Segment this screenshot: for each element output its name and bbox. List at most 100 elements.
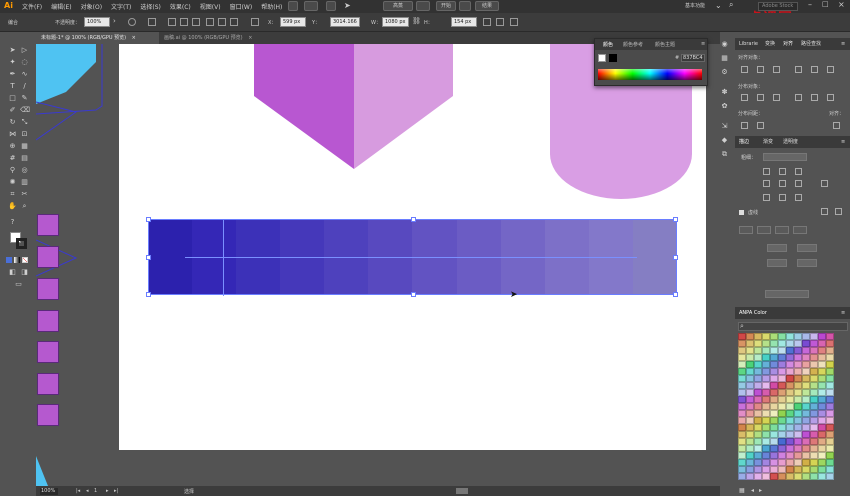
gradient-block[interactable]	[412, 219, 457, 295]
color-swatch[interactable]	[770, 438, 778, 445]
color-swatch[interactable]	[778, 403, 786, 410]
dash-corner-icon[interactable]	[835, 208, 842, 215]
color-swatch[interactable]	[738, 424, 746, 431]
color-swatch[interactable]	[810, 396, 818, 403]
graph-tool-icon[interactable]: ▥	[20, 178, 29, 187]
gradient-blocks[interactable]	[148, 219, 677, 295]
align-to-selection-icon[interactable]	[833, 122, 840, 129]
transform-icon[interactable]	[483, 18, 491, 26]
color-swatch[interactable]	[738, 445, 746, 452]
mesh-icon[interactable]: #	[8, 154, 17, 163]
color-swatch[interactable]	[810, 452, 818, 459]
gradient-block[interactable]	[456, 219, 501, 295]
workspace-switcher[interactable]: 基本功能	[685, 2, 705, 9]
color-swatch[interactable]	[818, 466, 826, 473]
color-swatch[interactable]	[826, 396, 834, 403]
color-swatch[interactable]	[738, 340, 746, 347]
color-swatch[interactable]	[818, 445, 826, 452]
magic-wand-icon[interactable]: ✦	[8, 58, 17, 67]
color-swatch[interactable]	[826, 459, 834, 466]
gradient-block[interactable]	[544, 219, 589, 295]
distribute-bottom-icon[interactable]	[773, 94, 780, 101]
color-swatch[interactable]	[770, 459, 778, 466]
color-swatch[interactable]	[818, 368, 826, 375]
color-swatch[interactable]	[802, 431, 810, 438]
color-swatch[interactable]	[826, 389, 834, 396]
color-swatch[interactable]	[738, 431, 746, 438]
tab-drawing[interactable]: 画稿.ai @ 100% (RGB/GPU 预览) ×	[159, 32, 289, 44]
color-swatch[interactable]	[810, 375, 818, 382]
menu-type[interactable]: 文字(T)	[111, 2, 131, 11]
color-swatch[interactable]	[794, 354, 802, 361]
color-swatch[interactable]	[794, 466, 802, 473]
horizontal-scrollbar[interactable]	[456, 488, 468, 494]
color-swatch[interactable]	[810, 354, 818, 361]
send-icon[interactable]: ➤	[344, 1, 351, 10]
color-swatch[interactable]	[810, 410, 818, 417]
color-swatch[interactable]	[802, 347, 810, 354]
color-swatch[interactable]	[762, 466, 770, 473]
color-swatch[interactable]	[762, 424, 770, 431]
color-spectrum[interactable]	[598, 69, 702, 80]
color-swatch[interactable]	[738, 466, 746, 473]
color-swatch[interactable]	[794, 389, 802, 396]
color-swatch[interactable]	[778, 382, 786, 389]
color-swatch[interactable]	[810, 361, 818, 368]
rotate-icon[interactable]: ↻	[8, 118, 17, 127]
color-swatch[interactable]	[754, 396, 762, 403]
color-swatch[interactable]	[754, 403, 762, 410]
color-swatch[interactable]	[738, 396, 746, 403]
color-swatch[interactable]	[738, 438, 746, 445]
color-swatch[interactable]	[754, 347, 762, 354]
color-swatch[interactable]	[826, 473, 834, 480]
color-swatch[interactable]	[754, 340, 762, 347]
color-swatch[interactable]	[754, 466, 762, 473]
distribute-vcenter-icon[interactable]	[757, 94, 764, 101]
scale-start-field[interactable]	[767, 259, 787, 267]
color-swatch[interactable]	[778, 459, 786, 466]
color-swatch[interactable]	[738, 347, 746, 354]
color-swatch[interactable]	[762, 375, 770, 382]
screen-mode-icon[interactable]: ▭	[14, 280, 23, 289]
color-swatch[interactable]	[746, 438, 754, 445]
color-swatch[interactable]	[826, 417, 834, 424]
color-swatch[interactable]	[754, 431, 762, 438]
color-swatch[interactable]	[818, 403, 826, 410]
color-swatch[interactable]	[746, 466, 754, 473]
color-swatch[interactable]	[802, 403, 810, 410]
color-swatch[interactable]	[810, 438, 818, 445]
align-top-icon[interactable]	[206, 18, 214, 26]
scale-end-field[interactable]	[797, 259, 817, 267]
color-swatch[interactable]	[738, 473, 746, 480]
color-swatch[interactable]	[810, 389, 818, 396]
color-swatch[interactable]	[826, 403, 834, 410]
color-swatch[interactable]	[794, 410, 802, 417]
color-swatch[interactable]	[802, 396, 810, 403]
gradient-tool-icon[interactable]: ▤	[20, 154, 29, 163]
color-swatch[interactable]	[746, 333, 754, 340]
color-swatch[interactable]	[818, 473, 826, 480]
color-swatch[interactable]	[826, 340, 834, 347]
join-miter-icon[interactable]	[763, 180, 770, 187]
color-swatch[interactable]	[778, 473, 786, 480]
color-swatch[interactable]	[794, 340, 802, 347]
top-button-icon[interactable]	[416, 1, 430, 11]
menu-window[interactable]: 窗口(W)	[230, 2, 253, 11]
color-swatch[interactable]	[770, 466, 778, 473]
zoom-tool-icon[interactable]: ⌕	[20, 202, 29, 211]
symbol-sprayer-icon[interactable]: ✺	[8, 178, 17, 187]
color-swatch[interactable]	[826, 354, 834, 361]
color-swatch[interactable]	[738, 382, 746, 389]
color-swatch[interactable]	[794, 333, 802, 340]
color-swatch[interactable]	[802, 438, 810, 445]
width-tool-icon[interactable]: ⋈	[8, 130, 17, 139]
color-swatch[interactable]	[746, 431, 754, 438]
line-tool-icon[interactable]: /	[20, 82, 29, 91]
color-swatch[interactable]	[810, 466, 818, 473]
color-swatch[interactable]	[738, 389, 746, 396]
color-swatch[interactable]	[802, 382, 810, 389]
color-swatch[interactable]	[794, 459, 802, 466]
tab-untitled[interactable]: 未标题-1* @ 100% (RGB/GPU 预览) ×	[36, 32, 159, 44]
color-swatch[interactable]	[778, 368, 786, 375]
color-swatch[interactable]	[770, 452, 778, 459]
